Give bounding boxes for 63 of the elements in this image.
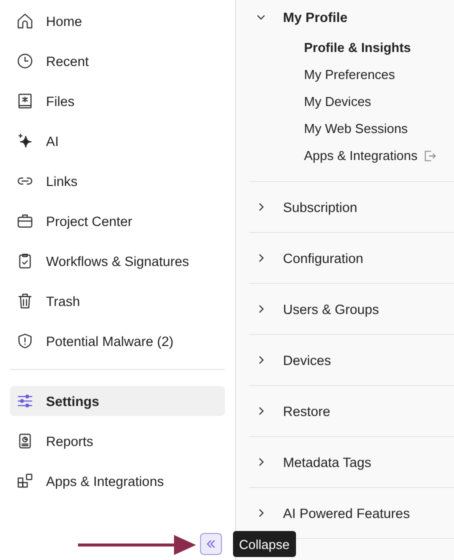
section-header[interactable]: Metadata Tags	[249, 437, 454, 487]
briefcase-icon	[16, 212, 34, 230]
section-label: Subscription	[283, 200, 358, 214]
section-header[interactable]: My Profile	[249, 0, 454, 34]
clock-icon	[16, 52, 34, 70]
nav-item[interactable]: Files	[10, 86, 225, 116]
shield-alert-icon	[16, 332, 34, 350]
nav-label: Reports	[46, 434, 94, 448]
nav-item[interactable]: Workflows & Signatures	[10, 246, 225, 276]
nav-item[interactable]: Home	[10, 6, 225, 36]
section-label: AI Powered Features	[283, 506, 410, 520]
nav-label: Workflows & Signatures	[46, 254, 190, 268]
nav-item[interactable]: Settings	[10, 386, 225, 416]
report-icon	[16, 432, 34, 450]
collapse-button[interactable]	[200, 533, 222, 555]
trash-icon	[16, 292, 34, 310]
sparkle-icon	[16, 132, 34, 150]
nav-label: Settings	[46, 394, 100, 408]
nav-label: Potential Malware (2)	[46, 334, 174, 348]
subsection-link[interactable]: My Preferences	[249, 61, 454, 88]
sliders-icon	[16, 392, 34, 410]
subsection-label: My Web Sessions	[304, 121, 408, 136]
subsection-label: My Devices	[304, 94, 372, 109]
section-header[interactable]: Restore	[249, 386, 454, 436]
section-header[interactable]: Devices	[249, 335, 454, 385]
nav-item[interactable]: Trash	[10, 286, 225, 316]
nav-item[interactable]: AI	[10, 126, 225, 156]
nav-label: Recent	[46, 54, 89, 68]
section-header[interactable]: AI Powered Features	[249, 488, 454, 538]
subsection-link[interactable]: My Web Sessions	[249, 115, 454, 142]
subsection-label: Apps & Integrations	[304, 148, 418, 163]
subsection-label: Profile & Insights	[304, 40, 411, 55]
nav-item[interactable]: Reports	[10, 426, 225, 456]
section-header[interactable]: Users & Groups	[249, 284, 454, 334]
nav-label: Project Center	[46, 214, 132, 228]
nav-item[interactable]: Recent	[10, 46, 225, 76]
nav-label: Files	[46, 94, 75, 108]
nav-label: Home	[46, 14, 82, 28]
section-label: Metadata Tags	[283, 454, 372, 470]
section-label: Users & Groups	[283, 302, 380, 316]
nav-label: Apps & Integrations	[46, 474, 164, 488]
nav-item[interactable]: Apps & Integrations	[10, 466, 225, 496]
subsection-link[interactable]: My Devices	[249, 88, 454, 115]
clipboard-check-icon	[16, 252, 34, 270]
section-label: Restore	[283, 404, 330, 418]
section-header[interactable]: Subscription	[249, 182, 454, 232]
home-icon	[16, 12, 34, 30]
apps-grid-icon	[16, 472, 34, 490]
nav-item[interactable]: Potential Malware (2)	[10, 326, 225, 356]
subsection-label: My Preferences	[304, 67, 396, 82]
nav-label: AI	[46, 134, 59, 148]
nav-item[interactable]: Links	[10, 166, 225, 196]
section-label: Configuration	[283, 250, 364, 266]
nav-item[interactable]: Project Center	[10, 206, 225, 236]
section-label: My Profile	[283, 10, 348, 24]
subsection-link[interactable]: Profile & Insights	[249, 34, 454, 61]
file-box-icon	[16, 92, 34, 110]
section-label: Devices	[283, 352, 332, 368]
section-header[interactable]: Configuration	[249, 233, 454, 283]
tooltip: Collapse	[233, 531, 296, 557]
nav-label: Links	[46, 174, 78, 188]
subsection-link[interactable]: Apps & Integrations	[249, 142, 454, 169]
nav-label: Trash	[46, 294, 80, 308]
